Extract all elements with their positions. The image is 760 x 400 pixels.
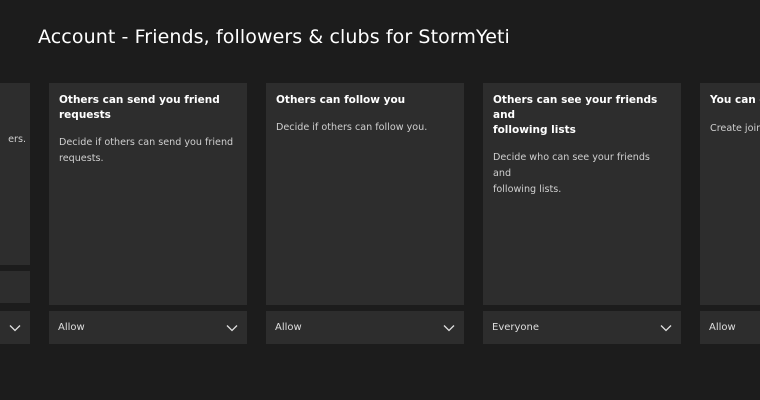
setting-card-friends-lists[interactable]: Others can see your friends and followin… <box>483 83 681 305</box>
chevron-down-icon <box>9 324 21 331</box>
card-title: You can cre <box>710 94 760 106</box>
dropdown-value: Allow <box>58 322 85 333</box>
card-description: ers. <box>8 134 26 145</box>
card-description: Decide if others can send you friend req… <box>59 137 234 164</box>
card-description: Decide if others can follow you. <box>276 122 428 133</box>
settings-page: Account - Friends, followers & clubs for… <box>0 0 760 400</box>
clubs-dropdown[interactable]: Allow <box>700 311 760 344</box>
friend-requests-dropdown[interactable]: Allow <box>49 311 247 344</box>
card-description: Decide who can see your friends and foll… <box>493 152 650 195</box>
card-description: Create join, cl <box>710 123 760 134</box>
card-title: Others can send you friend requests <box>59 94 220 121</box>
page-title: Account - Friends, followers & clubs for… <box>38 26 510 48</box>
dropdown-value: Allow <box>709 322 736 333</box>
chevron-down-icon <box>226 324 238 331</box>
setting-card-follow[interactable]: Others can follow you Decide if others c… <box>266 83 464 305</box>
dropdown-value: Allow <box>275 322 302 333</box>
card-title: Others can follow you <box>276 94 406 106</box>
setting-card-clubs[interactable]: You can cre Create join, cl <box>700 83 760 305</box>
follow-dropdown[interactable]: Allow <box>266 311 464 344</box>
setting-card-friend-requests[interactable]: Others can send you friend requests Deci… <box>49 83 247 305</box>
setting-option-strip[interactable] <box>0 271 30 303</box>
friends-lists-dropdown[interactable]: Everyone <box>483 311 681 344</box>
chevron-down-icon <box>443 324 455 331</box>
card-title: Others can see your friends and followin… <box>493 94 658 136</box>
setting-card-partial-left[interactable]: ers. <box>0 83 30 265</box>
dropdown-value: Everyone <box>492 322 540 333</box>
chevron-down-icon <box>660 324 672 331</box>
setting-dropdown-partial-left[interactable] <box>0 311 30 344</box>
